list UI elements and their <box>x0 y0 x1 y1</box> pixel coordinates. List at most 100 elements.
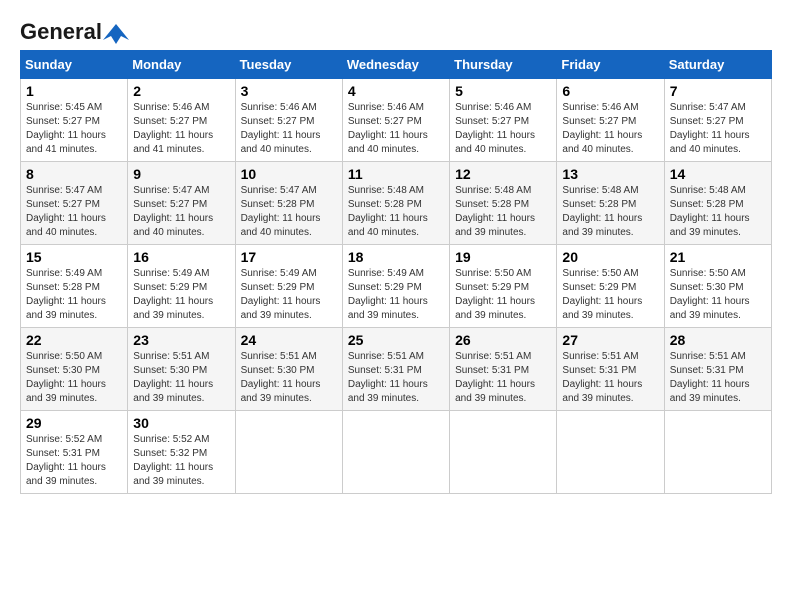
calendar-day-9: 9 Sunrise: 5:47 AMSunset: 5:27 PMDaylight… <box>128 162 235 245</box>
calendar-day-17: 17 Sunrise: 5:49 AMSunset: 5:29 PMDayligh… <box>235 245 342 328</box>
day-number: 7 <box>670 83 766 99</box>
calendar-day-22: 22 Sunrise: 5:50 AMSunset: 5:30 PMDayligh… <box>21 328 128 411</box>
empty-cell <box>235 411 342 494</box>
calendar-day-20: 20Sunrise: 5:50 AMSunset: 5:29 PMDayligh… <box>557 245 664 328</box>
day-number: 10 <box>241 166 337 182</box>
day-number: 2 <box>133 83 229 99</box>
day-info: Sunrise: 5:51 AMSunset: 5:31 PMDaylight:… <box>670 350 766 406</box>
day-info: Sunrise: 5:46 AMSunset: 5:27 PMDaylight:… <box>562 101 658 157</box>
day-info: Sunrise: 5:51 AMSunset: 5:31 PMDaylight:… <box>562 350 658 406</box>
column-header-friday: Friday <box>557 51 664 79</box>
day-number: 8 <box>26 166 122 182</box>
column-header-monday: Monday <box>128 51 235 79</box>
day-number: 26 <box>455 332 551 348</box>
empty-cell <box>342 411 449 494</box>
calendar-day-24: 24Sunrise: 5:51 AMSunset: 5:30 PMDayligh… <box>235 328 342 411</box>
day-number: 23 <box>133 332 229 348</box>
column-header-saturday: Saturday <box>664 51 771 79</box>
calendar-day-27: 27 Sunrise: 5:51 AMSunset: 5:31 PMDayligh… <box>557 328 664 411</box>
calendar-day-8: 8 Sunrise: 5:47 AMSunset: 5:27 PMDaylight… <box>21 162 128 245</box>
calendar-day-19: 19Sunrise: 5:50 AMSunset: 5:29 PMDayligh… <box>450 245 557 328</box>
day-info: Sunrise: 5:48 AMSunset: 5:28 PMDaylight:… <box>670 184 766 240</box>
day-number: 9 <box>133 166 229 182</box>
day-number: 13 <box>562 166 658 182</box>
calendar-day-30: 30 Sunrise: 5:52 AMSunset: 5:32 PMDayligh… <box>128 411 235 494</box>
day-info: Sunrise: 5:52 AMSunset: 5:32 PMDaylight:… <box>133 433 229 489</box>
day-info: Sunrise: 5:47 AMSunset: 5:27 PMDaylight:… <box>670 101 766 157</box>
day-info: Sunrise: 5:47 AMSunset: 5:28 PMDaylight:… <box>241 184 337 240</box>
calendar-week-1: 1 Sunrise: 5:45 AMSunset: 5:27 PMDaylight… <box>21 79 772 162</box>
day-number: 6 <box>562 83 658 99</box>
day-info: Sunrise: 5:49 AMSunset: 5:28 PMDaylight:… <box>26 267 122 323</box>
calendar-day-26: 26 Sunrise: 5:51 AMSunset: 5:31 PMDayligh… <box>450 328 557 411</box>
day-info: Sunrise: 5:46 AMSunset: 5:27 PMDaylight:… <box>348 101 444 157</box>
calendar-day-7: 7 Sunrise: 5:47 AMSunset: 5:27 PMDaylight… <box>664 79 771 162</box>
calendar-day-16: 16 Sunrise: 5:49 AMSunset: 5:29 PMDayligh… <box>128 245 235 328</box>
calendar-day-23: 23 Sunrise: 5:51 AMSunset: 5:30 PMDayligh… <box>128 328 235 411</box>
day-number: 17 <box>241 249 337 265</box>
day-info: Sunrise: 5:50 AMSunset: 5:30 PMDaylight:… <box>26 350 122 406</box>
day-info: Sunrise: 5:49 AMSunset: 5:29 PMDaylight:… <box>348 267 444 323</box>
calendar-day-4: 4 Sunrise: 5:46 AMSunset: 5:27 PMDaylight… <box>342 79 449 162</box>
calendar-day-3: 3 Sunrise: 5:46 AMSunset: 5:27 PMDaylight… <box>235 79 342 162</box>
empty-cell <box>450 411 557 494</box>
day-number: 3 <box>241 83 337 99</box>
calendar-day-11: 11 Sunrise: 5:48 AMSunset: 5:28 PMDayligh… <box>342 162 449 245</box>
day-info: Sunrise: 5:51 AMSunset: 5:31 PMDaylight:… <box>348 350 444 406</box>
day-number: 1 <box>26 83 122 99</box>
column-header-sunday: Sunday <box>21 51 128 79</box>
calendar-day-28: 28 Sunrise: 5:51 AMSunset: 5:31 PMDayligh… <box>664 328 771 411</box>
day-info: Sunrise: 5:45 AMSunset: 5:27 PMDaylight:… <box>26 101 122 157</box>
calendar-day-10: 10 Sunrise: 5:47 AMSunset: 5:28 PMDayligh… <box>235 162 342 245</box>
calendar-week-5: 29Sunrise: 5:52 AMSunset: 5:31 PMDayligh… <box>21 411 772 494</box>
calendar-table: SundayMondayTuesdayWednesdayThursdayFrid… <box>20 50 772 494</box>
day-number: 19 <box>455 249 551 265</box>
day-number: 30 <box>133 415 229 431</box>
day-info: Sunrise: 5:46 AMSunset: 5:27 PMDaylight:… <box>241 101 337 157</box>
logo: General <box>20 20 130 40</box>
day-info: Sunrise: 5:47 AMSunset: 5:27 PMDaylight:… <box>26 184 122 240</box>
day-number: 11 <box>348 166 444 182</box>
day-info: Sunrise: 5:48 AMSunset: 5:28 PMDaylight:… <box>562 184 658 240</box>
day-number: 14 <box>670 166 766 182</box>
day-number: 18 <box>348 249 444 265</box>
calendar-day-21: 21Sunrise: 5:50 AMSunset: 5:30 PMDayligh… <box>664 245 771 328</box>
empty-cell <box>557 411 664 494</box>
calendar-day-5: 5Sunrise: 5:46 AMSunset: 5:27 PMDaylight… <box>450 79 557 162</box>
calendar-day-13: 13 Sunrise: 5:48 AMSunset: 5:28 PMDayligh… <box>557 162 664 245</box>
day-info: Sunrise: 5:49 AMSunset: 5:29 PMDaylight:… <box>133 267 229 323</box>
column-header-tuesday: Tuesday <box>235 51 342 79</box>
day-number: 12 <box>455 166 551 182</box>
calendar-day-15: 15 Sunrise: 5:49 AMSunset: 5:28 PMDayligh… <box>21 245 128 328</box>
column-header-thursday: Thursday <box>450 51 557 79</box>
day-number: 5 <box>455 83 551 99</box>
day-info: Sunrise: 5:47 AMSunset: 5:27 PMDaylight:… <box>133 184 229 240</box>
day-number: 21 <box>670 249 766 265</box>
logo-bird-icon <box>103 22 129 44</box>
page-header: General <box>20 20 772 40</box>
day-number: 16 <box>133 249 229 265</box>
day-number: 25 <box>348 332 444 348</box>
day-info: Sunrise: 5:48 AMSunset: 5:28 PMDaylight:… <box>455 184 551 240</box>
calendar-day-12: 12 Sunrise: 5:48 AMSunset: 5:28 PMDayligh… <box>450 162 557 245</box>
calendar-day-6: 6 Sunrise: 5:46 AMSunset: 5:27 PMDaylight… <box>557 79 664 162</box>
calendar-day-25: 25 Sunrise: 5:51 AMSunset: 5:31 PMDayligh… <box>342 328 449 411</box>
day-info: Sunrise: 5:51 AMSunset: 5:30 PMDaylight:… <box>133 350 229 406</box>
day-info: Sunrise: 5:46 AMSunset: 5:27 PMDaylight:… <box>133 101 229 157</box>
calendar-day-29: 29Sunrise: 5:52 AMSunset: 5:31 PMDayligh… <box>21 411 128 494</box>
column-header-wednesday: Wednesday <box>342 51 449 79</box>
calendar-day-14: 14 Sunrise: 5:48 AMSunset: 5:28 PMDayligh… <box>664 162 771 245</box>
calendar-week-2: 8 Sunrise: 5:47 AMSunset: 5:27 PMDaylight… <box>21 162 772 245</box>
day-info: Sunrise: 5:49 AMSunset: 5:29 PMDaylight:… <box>241 267 337 323</box>
day-info: Sunrise: 5:50 AMSunset: 5:29 PMDaylight:… <box>562 267 658 323</box>
day-number: 4 <box>348 83 444 99</box>
day-number: 22 <box>26 332 122 348</box>
day-number: 27 <box>562 332 658 348</box>
day-number: 15 <box>26 249 122 265</box>
calendar-week-3: 15 Sunrise: 5:49 AMSunset: 5:28 PMDayligh… <box>21 245 772 328</box>
day-info: Sunrise: 5:51 AMSunset: 5:31 PMDaylight:… <box>455 350 551 406</box>
empty-cell <box>664 411 771 494</box>
day-info: Sunrise: 5:52 AMSunset: 5:31 PMDaylight:… <box>26 433 122 489</box>
day-info: Sunrise: 5:48 AMSunset: 5:28 PMDaylight:… <box>348 184 444 240</box>
day-number: 28 <box>670 332 766 348</box>
